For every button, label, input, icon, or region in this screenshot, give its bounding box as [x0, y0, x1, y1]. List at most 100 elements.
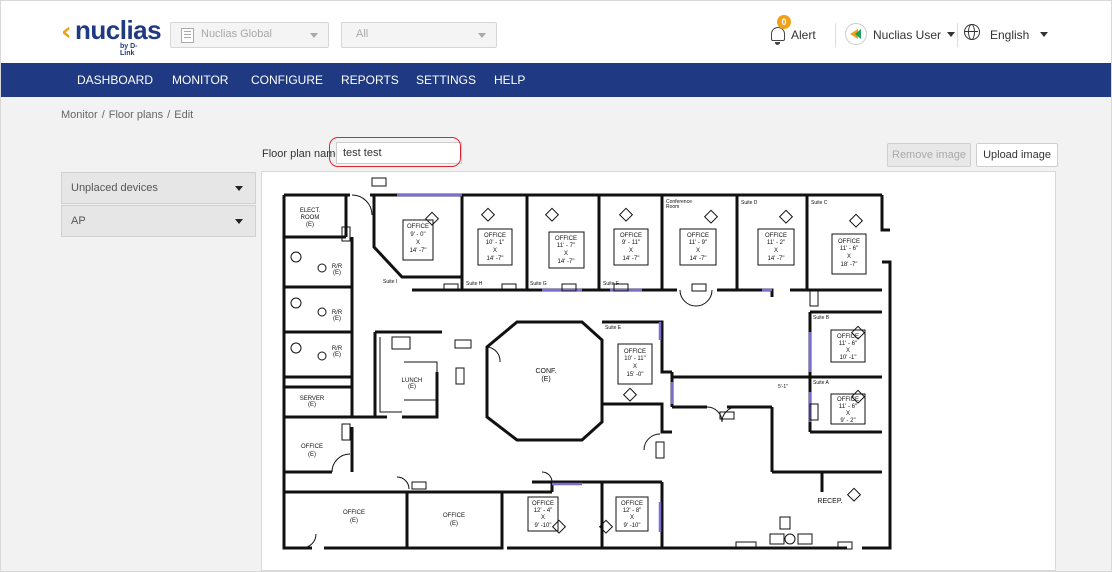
office-5-line3: X: [696, 248, 700, 254]
breadcrumb-edit: Edit: [174, 109, 194, 121]
conf-line1: CONF.: [536, 368, 557, 375]
suite-c-label: Suite C: [811, 200, 828, 206]
user-menu[interactable]: Nuclias User: [845, 19, 955, 49]
suite-labels: Suite I Suite H Suite G Suite F Suite E …: [383, 199, 830, 390]
site-selector[interactable]: Nuclias Global: [170, 22, 329, 48]
suite-a-label: Suite A: [813, 380, 830, 386]
language-label: English: [990, 28, 1030, 42]
logo-mark-icon: ‹: [61, 17, 72, 47]
office-bot2-line4: 9' -10": [624, 523, 641, 529]
site-selector-value: Nuclias Global: [201, 28, 272, 40]
office-5-line4: 14' -7": [690, 256, 707, 262]
chevron-down-icon: [1040, 32, 1048, 37]
logo-subtext: by D-Link: [120, 43, 138, 57]
office-b-line3: X: [846, 348, 850, 354]
office-bot2-line3: X: [630, 515, 634, 521]
language-selector[interactable]: English: [964, 19, 1048, 49]
floor-plan-image: OFFICE 9' - 0" X 14' -7" OFFICE 10' - 1"…: [282, 177, 892, 550]
suite-e-label: Suite E: [605, 325, 622, 331]
office-e-line4: 15' -0": [627, 372, 644, 378]
filter-selector-value: All: [356, 28, 369, 40]
floor-plan-canvas[interactable]: OFFICE 9' - 0" X 14' -7" OFFICE 10' - 1"…: [261, 171, 1056, 571]
breadcrumb: Monitor / Floor plans / Edit: [61, 109, 193, 121]
office-3-line3: X: [564, 251, 568, 257]
rr1-line2: (E): [333, 270, 341, 276]
office-4-line4: 14' -7": [623, 256, 640, 262]
recep-label: RECEP.: [817, 498, 842, 505]
elect-room-line3: (E): [306, 222, 314, 228]
office-7-line3: X: [847, 254, 851, 260]
chevron-down-icon: [310, 33, 318, 38]
office-a-line2: 11' - 6": [839, 404, 857, 410]
office-a-line3: X: [846, 411, 850, 417]
nuclias-logo[interactable]: ‹ nuclias by D-Link: [61, 13, 162, 57]
office-6-line1: OFFICE: [765, 233, 787, 239]
office-1-line3: X: [416, 240, 420, 246]
office-6-line2: 11' - 2": [767, 240, 785, 246]
office-7-line2: 11' - 6": [840, 246, 858, 252]
nav-reports[interactable]: REPORTS: [341, 73, 399, 87]
remove-image-button[interactable]: Remove image: [887, 143, 971, 167]
office-1-line4: 14' -7": [410, 248, 427, 254]
office-b-line4: 10' -1": [840, 355, 857, 361]
office-bot2-line2: 12' - 8": [623, 508, 642, 514]
nav-settings[interactable]: SETTINGS: [416, 73, 476, 87]
breadcrumb-floor-plans[interactable]: Floor plans: [109, 109, 163, 121]
suite-h-label: Suite H: [466, 281, 483, 287]
office-bot1-line3: X: [541, 515, 545, 521]
divider: [957, 23, 958, 47]
suite-i-label: Suite I: [383, 279, 397, 285]
header-right: 0 Alert Nuclias User English: [771, 15, 1051, 49]
office-e-line1: OFFICE: [624, 349, 646, 355]
user-name: Nuclias User: [873, 28, 942, 42]
unplaced-devices-dropdown[interactable]: Unplaced devices: [61, 172, 256, 204]
nav-dashboard[interactable]: DASHBOARD: [77, 73, 153, 87]
main-nav: DASHBOARD MONITOR CONFIGURE REPORTS SETT…: [1, 63, 1111, 97]
nav-help[interactable]: HELP: [494, 73, 525, 87]
office-bm-line2: (E): [450, 521, 458, 527]
office-3-line2: 11' - 7": [557, 243, 575, 249]
avatar: [845, 23, 867, 45]
office-e-line2: 10' - 11": [624, 356, 646, 362]
floor-plan-name-label: Floor plan name: [262, 148, 342, 160]
breadcrumb-monitor[interactable]: Monitor: [61, 109, 98, 121]
office-3-line4: 14' -7": [558, 259, 575, 265]
office-4-line2: 9' - 11": [622, 240, 640, 246]
ap-dropdown[interactable]: AP: [61, 205, 256, 237]
suite-d-label: Suite D: [741, 200, 758, 206]
office-4-line3: X: [629, 248, 633, 254]
office-7-line1: OFFICE: [838, 239, 860, 245]
breadcrumb-separator: /: [167, 109, 171, 121]
office-6-line3: X: [774, 248, 778, 254]
alert-count-badge: 0: [777, 15, 791, 29]
chevron-down-icon: [235, 219, 243, 224]
rr3-line2: (E): [333, 352, 341, 358]
elect-room-line1: ELECT.: [300, 208, 321, 214]
ap-label: AP: [71, 215, 86, 227]
office-b-line2: 11' - 6": [839, 341, 857, 347]
office-2-line2: 10' - 1": [486, 240, 505, 246]
building-icon: [181, 28, 194, 43]
office-5-line1: OFFICE: [687, 233, 709, 239]
nav-monitor[interactable]: MONITOR: [172, 73, 228, 87]
nav-configure[interactable]: CONFIGURE: [251, 73, 323, 87]
chevron-down-icon: [947, 32, 955, 37]
office-bot1-line2: 12' - 4": [534, 508, 553, 514]
rr2-line2: (E): [333, 316, 341, 322]
office-5-line2: 11' - 9": [689, 240, 707, 246]
suite-g-label: Suite G: [530, 281, 547, 287]
floor-plan-name-input[interactable]: [336, 142, 462, 164]
office-1-line1: OFFICE: [407, 224, 429, 230]
lunch-line2: (E): [408, 384, 416, 390]
office-a-line4: 9' - 2": [840, 418, 855, 424]
filter-selector[interactable]: All: [341, 22, 497, 48]
suite-b-label: Suite B: [813, 315, 830, 321]
top-header: ‹ nuclias by D-Link Nuclias Global All 0…: [1, 1, 1111, 64]
office-bm-line1: OFFICE: [443, 513, 465, 519]
office-3-line1: OFFICE: [555, 236, 577, 242]
upload-image-button[interactable]: Upload image: [976, 143, 1058, 167]
alert-button[interactable]: 0 Alert: [771, 15, 831, 49]
bell-icon: [771, 27, 785, 45]
walls: [282, 193, 892, 550]
office-left-line2: (E): [308, 452, 316, 458]
